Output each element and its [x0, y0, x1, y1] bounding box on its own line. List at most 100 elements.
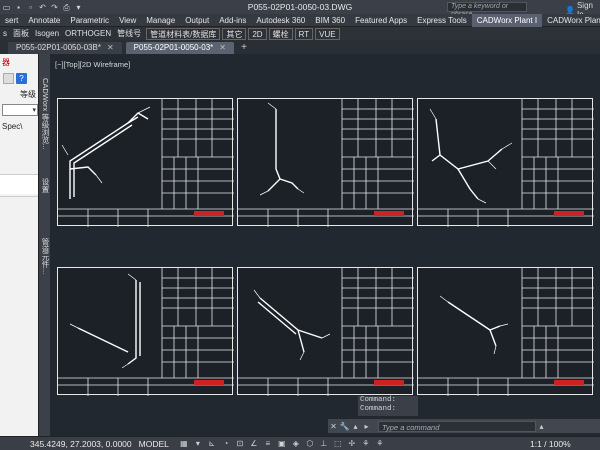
iso-sheet-2[interactable] — [237, 98, 414, 227]
ribbon-tab[interactable]: CADWorx Plant II — [542, 14, 600, 27]
title-block-logo — [374, 380, 404, 385]
folder-icon[interactable] — [3, 72, 14, 84]
open-icon[interactable]: ▭ — [2, 3, 11, 12]
iso-sheet-4-drawing — [58, 268, 234, 396]
close-tab-icon[interactable]: ✕ — [219, 43, 226, 52]
iso-sheet-5[interactable] — [237, 267, 414, 396]
ribbon-panel-button[interactable]: VUE — [315, 27, 340, 40]
ribbon-tab[interactable]: Autodesk 360 — [251, 14, 310, 27]
ribbon-panel-button[interactable]: 管线号 — [114, 27, 144, 40]
ribbon-tab[interactable]: Output — [180, 14, 214, 27]
ribbon-tab[interactable]: Featured Apps — [350, 14, 412, 27]
spec-palette: 器 ? 等级 ▾ Spec\ — [0, 54, 38, 436]
model-space-toggle[interactable]: MODEL — [139, 439, 169, 449]
search-input[interactable]: Type a keyword or phrase — [447, 2, 527, 18]
otrack-icon[interactable]: ∠ — [249, 439, 259, 449]
ribbon-panel-row: s 面板 Isogen ORTHOGEN 管线号 管道材料表/数据库 其它 2D 螺栓 RT VUE — [0, 27, 600, 40]
document-tab-label: P055-02P01-0050-03* — [133, 43, 214, 52]
title-bar: ▭ ▪ ▫ ↶ ↷ ⎙ ▾ P055-02P01-0050-03.DWG Typ… — [0, 0, 600, 19]
snap-icon[interactable]: ▾ — [193, 439, 203, 449]
ribbon-tab[interactable]: BIM 360 — [310, 14, 350, 27]
dynamic-ucs-icon[interactable]: ⊥ — [319, 439, 329, 449]
save-icon[interactable]: ▪ — [14, 3, 23, 12]
gizmo-icon[interactable]: ✢ — [347, 439, 357, 449]
lineweight-icon[interactable]: ≡ — [263, 439, 273, 449]
osnap-icon[interactable]: ⊡ — [235, 439, 245, 449]
iso-sheet-1[interactable] — [57, 98, 234, 227]
ribbon-panel-button[interactable]: 2D — [248, 27, 267, 40]
selection-filter-icon[interactable]: ⬚ — [333, 439, 343, 449]
transparency-icon[interactable]: ▣ — [277, 439, 287, 449]
auto-scale-icon[interactable]: ⚘ — [375, 439, 385, 449]
ribbon-panel-button[interactable]: Isogen — [32, 27, 62, 40]
palette-title-strip: CADWorx 等级浏览... 设置 管道元件... — [38, 54, 50, 436]
ribbon-tab[interactable]: Annotate — [23, 14, 65, 27]
title-block-logo — [374, 211, 404, 216]
ribbon-panel-button[interactable]: 螺栓 — [268, 27, 293, 40]
command-prompt-icon[interactable]: ▸ — [361, 421, 372, 432]
ribbon-panel-button[interactable]: 面板 — [10, 27, 32, 40]
annotation-scale[interactable]: 1:1 / 100% — [530, 439, 571, 449]
iso-sheet-1-drawing — [58, 99, 234, 227]
document-tab[interactable]: P055-02P01-0050-03* ✕ — [125, 42, 234, 54]
title-block-logo — [194, 211, 224, 216]
spec-dropdown-row: ▾ — [0, 102, 38, 118]
document-tab[interactable]: P055-02P01-0050-03B* ✕ — [8, 42, 122, 54]
selection-cycling-icon[interactable]: ◈ — [291, 439, 301, 449]
plot-icon[interactable]: ⎙ — [62, 3, 71, 12]
undo-icon[interactable]: ↶ — [38, 3, 47, 12]
ribbon-tab[interactable]: Manage — [141, 14, 180, 27]
palette-icons-row: ? — [0, 70, 38, 86]
title-block-logo — [554, 211, 584, 216]
grid-icon[interactable]: ▦ — [179, 439, 189, 449]
polar-icon[interactable]: ◔ — [221, 439, 231, 449]
ribbon-panel-button[interactable]: s — [0, 27, 10, 40]
redo-icon[interactable]: ↷ — [50, 3, 59, 12]
close-icon[interactable]: ✕ — [328, 421, 339, 432]
save-as-icon[interactable]: ▫ — [26, 3, 35, 12]
ribbon-tab[interactable]: CADWorx Plant I — [471, 13, 543, 27]
chevron-up-icon[interactable]: ▴ — [350, 421, 361, 432]
spec-path-row: Spec\ — [0, 118, 38, 134]
document-tab-label: P055-02P01-0050-03B* — [16, 43, 101, 52]
3d-osnap-icon[interactable]: ⬡ — [305, 439, 315, 449]
cursor-coordinates[interactable]: 345.4249, 27.2003, 0.0000 — [30, 439, 132, 449]
annotation-visibility-icon[interactable]: ⚘ — [361, 439, 371, 449]
ribbon-tab-bar: sert Annotate Parametric View Manage Output Ad… — [0, 13, 600, 27]
ribbon-panel-button[interactable]: 其它 — [222, 27, 247, 40]
ribbon-tab[interactable]: sert — [0, 14, 23, 27]
command-input[interactable]: Type a command — [378, 420, 536, 432]
drafting-toggles: ▦ ▾ ⊾ ◔ ⊡ ∠ ≡ ▣ ◈ ⬡ ⊥ ⬚ ✢ ⚘ ⚘ — [179, 439, 385, 449]
status-bar: 345.4249, 27.2003, 0.0000 MODEL ▦ ▾ ⊾ ◔ … — [0, 436, 600, 450]
spec-dropdown[interactable]: ▾ — [2, 104, 38, 116]
help-icon[interactable]: ? — [16, 72, 27, 84]
ribbon-tab[interactable]: Add-ins — [214, 14, 251, 27]
title-block-logo — [194, 380, 224, 385]
ribbon-tab[interactable]: Parametric — [65, 14, 114, 27]
ribbon-panel-button[interactable]: 管道材料表/数据库 — [146, 27, 221, 40]
ribbon-tab[interactable]: Express Tools — [412, 14, 472, 27]
document-tab-bar: P055-02P01-0050-03B* ✕ P055-02P01-0050-03*… — [0, 40, 600, 54]
iso-sheet-3[interactable] — [417, 98, 594, 227]
iso-sheet-4[interactable] — [57, 267, 234, 396]
spec-list[interactable] — [0, 174, 38, 194]
palette-toolbar: 器 — [0, 54, 38, 70]
iso-sheet-2-drawing — [238, 99, 414, 227]
close-tab-icon[interactable]: ✕ — [107, 43, 114, 52]
new-tab-icon[interactable]: + — [238, 42, 250, 54]
grade-row: 等级 — [0, 86, 38, 102]
ribbon-panel-button[interactable]: RT — [294, 27, 314, 40]
wrench-icon[interactable]: 🔧 — [339, 421, 350, 432]
chevron-up-icon[interactable]: ▴ — [536, 421, 547, 432]
command-history: Command: Command: — [358, 396, 418, 416]
viewport-controls[interactable]: [−][Top][2D Wireframe] — [55, 60, 130, 69]
drawing-canvas[interactable]: [−][Top][2D Wireframe] — [50, 54, 600, 436]
palette-lower-area — [0, 196, 38, 436]
dropdown-icon[interactable]: ▾ — [74, 3, 83, 12]
title-block-logo — [554, 380, 584, 385]
palette-title: 器 — [2, 57, 10, 67]
ribbon-tab[interactable]: View — [114, 14, 141, 27]
ribbon-panel-button[interactable]: ORTHOGEN — [62, 27, 114, 40]
iso-sheet-6[interactable] — [417, 267, 594, 396]
ortho-icon[interactable]: ⊾ — [207, 439, 217, 449]
